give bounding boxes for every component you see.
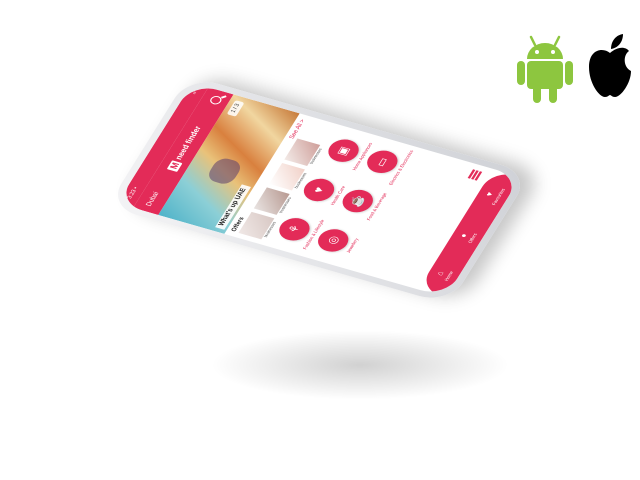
wifi-icon: ≈ bbox=[191, 90, 200, 96]
apple-icon bbox=[589, 34, 631, 97]
nav-offers[interactable]: ● Offers bbox=[457, 230, 478, 243]
menu-icon[interactable] bbox=[466, 169, 483, 181]
phone-shadow bbox=[210, 330, 510, 400]
nav-favourites[interactable]: ♥ Favourites bbox=[481, 185, 506, 206]
banner-artwork bbox=[204, 156, 245, 187]
status-time: 3:23 • bbox=[126, 186, 140, 200]
stage: 3:23 • ≈ Dubai M need finder 1 / 3 What'… bbox=[0, 0, 640, 480]
android-icon bbox=[517, 35, 573, 103]
search-icon[interactable] bbox=[207, 94, 223, 106]
bottom-nav: ⌂ Home ● Offers ♥ Favourites bbox=[418, 168, 521, 298]
location-selector[interactable]: Dubai bbox=[146, 191, 161, 207]
banner-counter: 1 / 3 bbox=[226, 100, 245, 117]
logo-mark: M bbox=[166, 159, 183, 172]
nav-home[interactable]: ⌂ Home bbox=[433, 268, 454, 281]
phone-mockup: 3:23 • ≈ Dubai M need finder 1 / 3 What'… bbox=[107, 75, 531, 305]
